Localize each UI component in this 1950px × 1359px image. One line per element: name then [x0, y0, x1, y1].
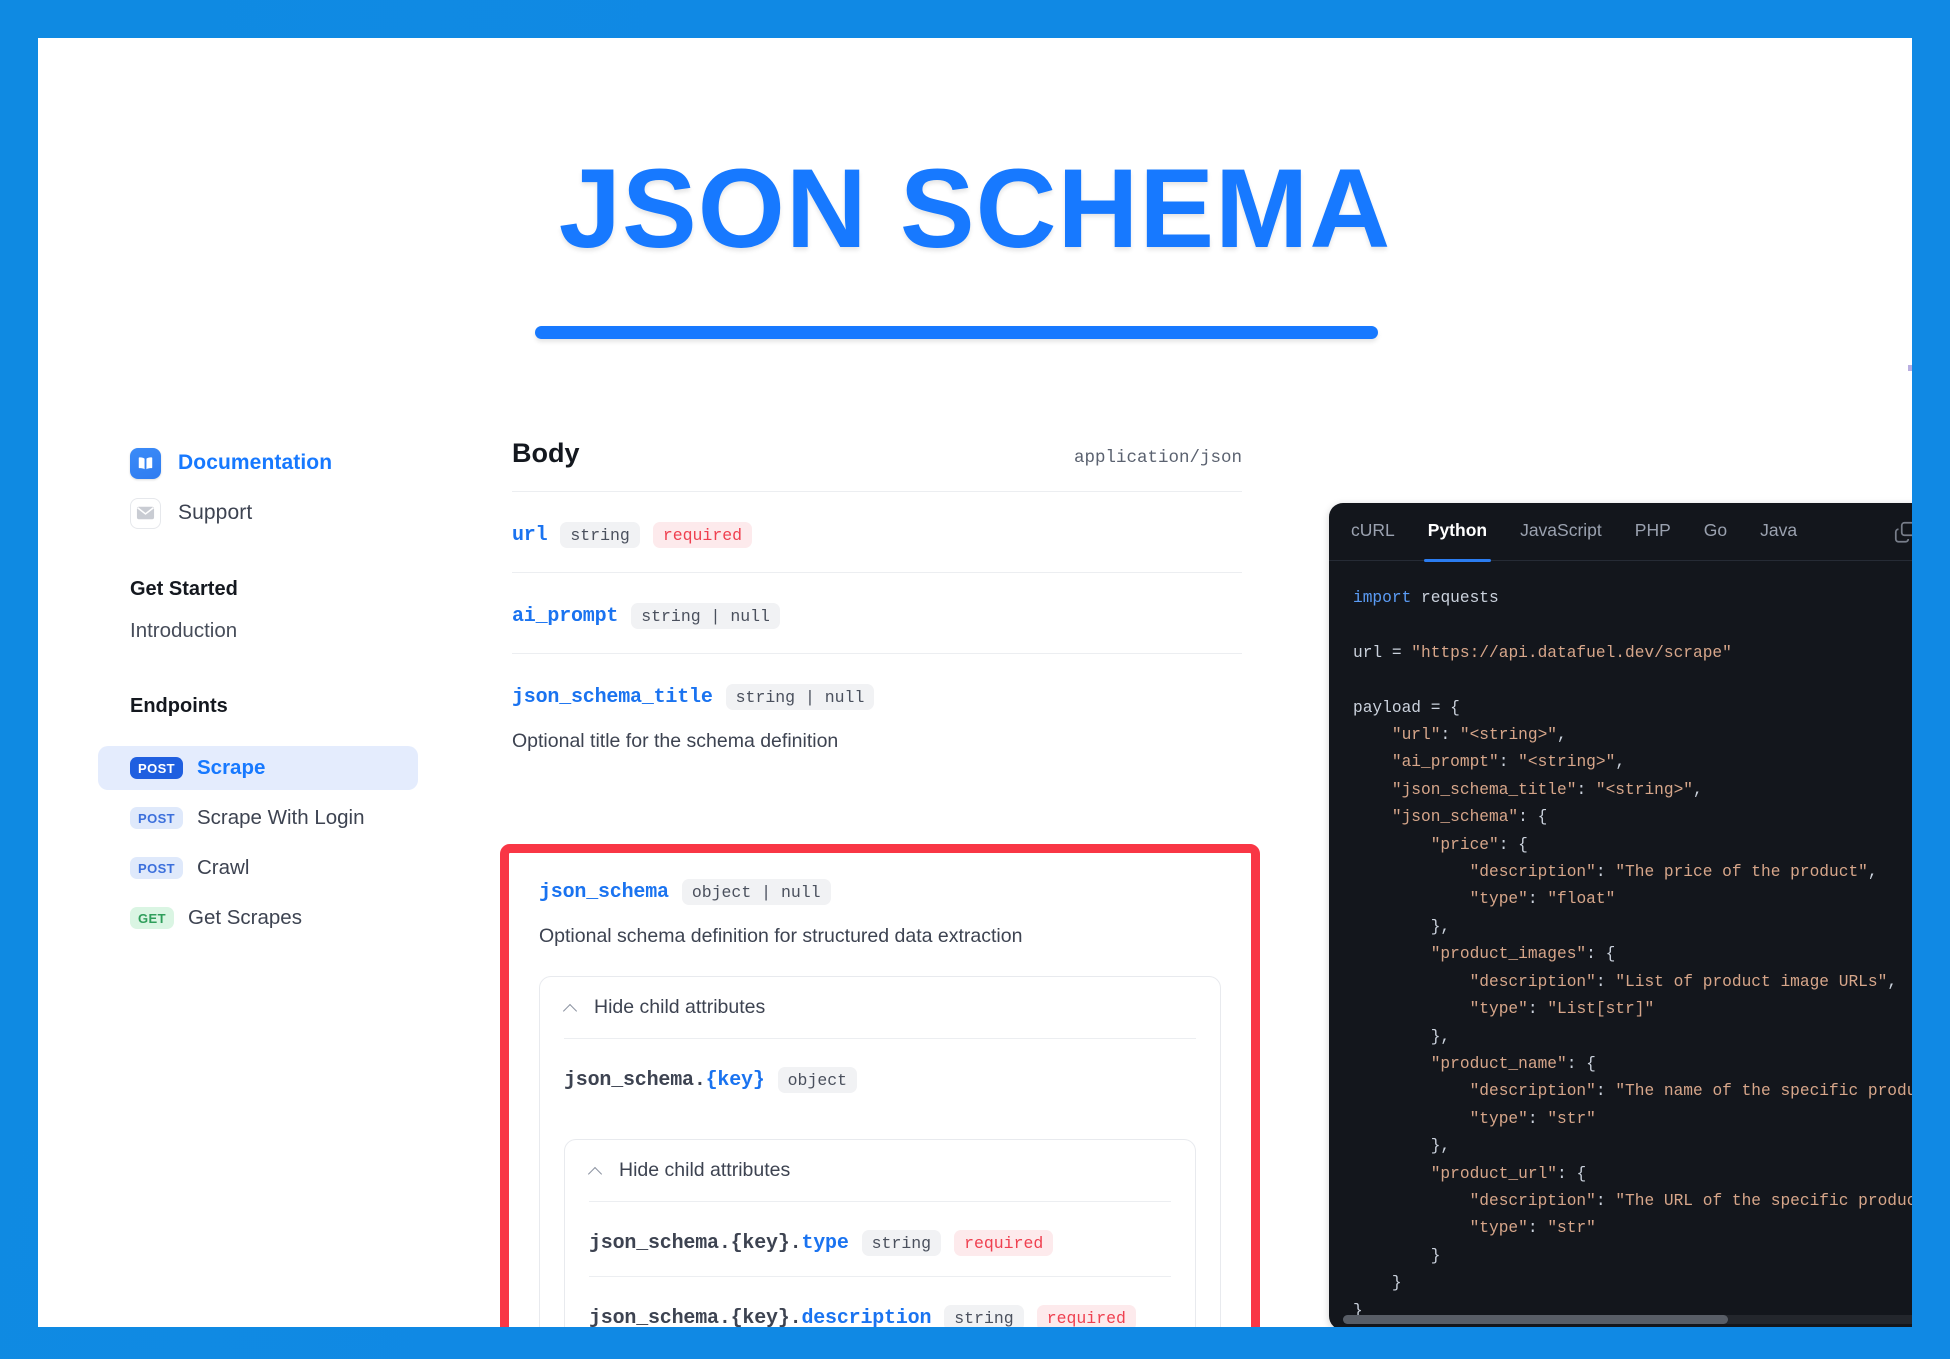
scroll-artifact [1908, 365, 1912, 371]
field-json-schema-key-description: json_schema.{key}.description string req… [589, 1277, 1171, 1327]
tab-php[interactable]: PHP [1635, 520, 1671, 544]
page-title: JSON SCHEMA [558, 146, 1392, 271]
tab-go[interactable]: Go [1704, 520, 1727, 544]
type-chip: string [560, 522, 640, 548]
field-name: json_schema.{key} [564, 1068, 765, 1092]
method-badge: POST [130, 857, 183, 879]
sidebar-item-documentation[interactable]: Documentation [98, 438, 418, 488]
tab-java[interactable]: Java [1760, 520, 1797, 544]
type-chip: string | null [725, 684, 875, 710]
field-header: ai_prompt string | null [512, 603, 1242, 629]
method-badge: GET [130, 907, 174, 929]
field-json-schema-title: json_schema_title string | null Optional… [512, 654, 1242, 779]
browser-page: JSON SCHEMA Documentation Support Get St… [38, 38, 1912, 1327]
field-header: json_schema.{key}.description string req… [589, 1305, 1171, 1327]
code-language-tabs: cURL Python JavaScript PHP Go Java [1329, 503, 1912, 562]
field-name: json_schema.{key}.description [589, 1306, 932, 1327]
field-name: url [512, 523, 548, 547]
required-badge: required [652, 522, 753, 548]
child-attributes-body-outer: json_schema.{key} object Hide child attr… [540, 1039, 1220, 1327]
json-schema-field: json_schema object | null Optional schem… [509, 853, 1251, 1327]
sidebar-section-endpoints: Endpoints [130, 695, 228, 717]
sidebar-section-get-started: Get Started [130, 578, 238, 600]
type-chip: object [777, 1067, 858, 1094]
sidebar-item-scrape-with-login[interactable]: POST Scrape With Login [98, 796, 418, 840]
hide-child-attributes-toggle-inner[interactable]: Hide child attributes [565, 1140, 1195, 1201]
field-header: json_schema_title string | null [512, 684, 1242, 710]
method-badge: POST [130, 757, 183, 779]
sidebar-item-get-scrapes[interactable]: GET Get Scrapes [98, 896, 418, 940]
field-header: json_schema.{key}.type string required [589, 1230, 1171, 1257]
title-underline [535, 326, 1378, 339]
sidebar-item-label: Scrape [197, 756, 266, 779]
tab-curl[interactable]: cURL [1351, 520, 1395, 544]
chevron-up-icon [589, 1166, 603, 1175]
field-header: json_schema object | null [539, 879, 1221, 905]
field-name: json_schema.{key}.type [589, 1231, 849, 1255]
scrollbar-thumb[interactable] [1343, 1315, 1728, 1324]
body-parameters-section: Body application/json url string require… [512, 438, 1242, 779]
sidebar-item-support[interactable]: Support [98, 488, 418, 538]
field-ai-prompt: ai_prompt string | null [512, 573, 1242, 654]
child-attributes-panel-outer: Hide child attributes json_schema.{key} … [539, 976, 1221, 1327]
toggle-label: Hide child attributes [619, 1159, 791, 1182]
section-title: Body [512, 438, 580, 468]
field-header: url string required [512, 522, 1242, 548]
code-block: import requests url = "https://api.dataf… [1353, 589, 1912, 1320]
type-chip: object | null [681, 879, 831, 905]
required-badge: required [954, 1230, 1054, 1257]
page-background: JSON SCHEMA Documentation Support Get St… [0, 0, 1950, 1359]
sidebar-item-label: Scrape With Login [197, 806, 365, 829]
field-json-schema-key: json_schema.{key} object [564, 1039, 1196, 1113]
field-name: json_schema_title [512, 685, 713, 709]
hero-banner: JSON SCHEMA [38, 38, 1912, 408]
sidebar-item-label: Get Scrapes [188, 906, 302, 929]
required-badge: required [1036, 1305, 1136, 1327]
book-icon [130, 447, 161, 479]
child-attributes-body-inner: json_schema.{key}.type string required j… [565, 1202, 1195, 1327]
content-type-label: application/json [1073, 448, 1242, 468]
sidebar-item-crawl[interactable]: POST Crawl [98, 846, 418, 890]
tab-javascript[interactable]: JavaScript [1520, 520, 1602, 544]
field-description: Optional title for the schema definition [512, 730, 839, 752]
tab-python[interactable]: Python [1423, 520, 1492, 562]
sidebar-item-label: Documentation [178, 451, 333, 474]
sidebar-item-scrape[interactable]: POST Scrape [98, 746, 418, 790]
sidebar-item-label: Crawl [197, 856, 250, 879]
field-name: json_schema [539, 880, 669, 904]
field-header: json_schema.{key} object [564, 1067, 1196, 1094]
sidebar: Documentation Support Get Started Introd… [98, 438, 418, 946]
json-schema-highlight-box: json_schema object | null Optional schem… [500, 844, 1260, 1327]
toggle-label: Hide child attributes [594, 996, 766, 1019]
code-horizontal-scrollbar[interactable] [1343, 1315, 1912, 1324]
hide-child-attributes-toggle-outer[interactable]: Hide child attributes [540, 977, 1220, 1038]
sidebar-item-label: Support [178, 501, 253, 524]
field-url: url string required [512, 492, 1242, 573]
type-chip: string [861, 1230, 942, 1257]
field-name: ai_prompt [512, 604, 619, 628]
field-json-schema-key-type: json_schema.{key}.type string required [589, 1202, 1171, 1278]
child-attributes-panel-inner: Hide child attributes json_schema.{key}.… [564, 1139, 1196, 1327]
envelope-icon [130, 497, 161, 529]
method-badge: POST [130, 807, 183, 829]
copy-icon[interactable] [1892, 519, 1912, 545]
field-description: Optional schema definition for structure… [539, 925, 1023, 947]
chevron-up-icon [564, 1003, 578, 1012]
sidebar-item-introduction[interactable]: Introduction [98, 607, 418, 655]
code-scroll-area[interactable]: import requests url = "https://api.dataf… [1329, 561, 1912, 1327]
code-sample-panel: cURL Python JavaScript PHP Go Java impor… [1329, 503, 1912, 1327]
body-header: Body application/json [512, 438, 1242, 492]
type-chip: string [944, 1305, 1024, 1327]
type-chip: string | null [631, 603, 780, 629]
